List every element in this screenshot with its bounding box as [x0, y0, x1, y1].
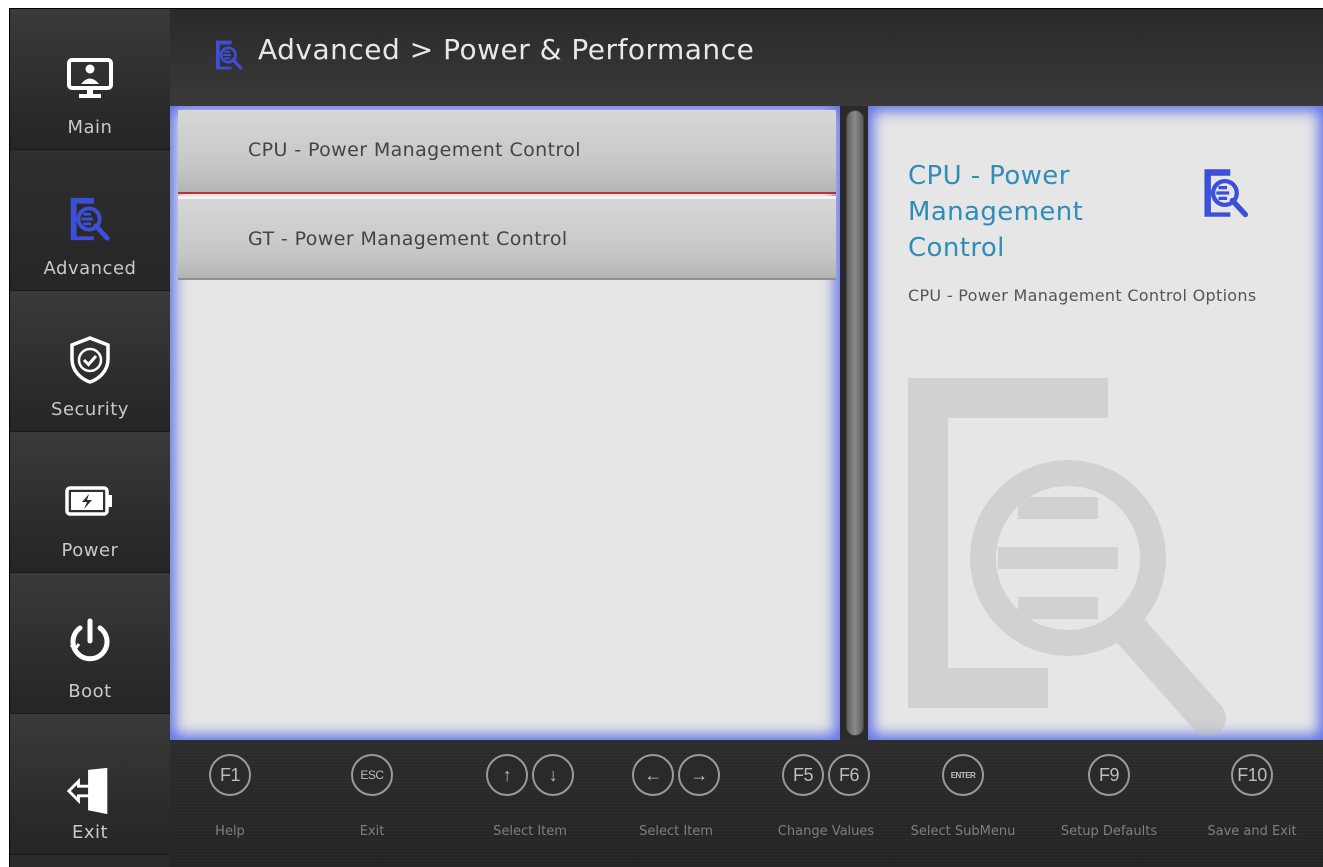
arrow-down-key-icon[interactable]: ↓	[532, 754, 574, 796]
monitor-user-icon	[65, 53, 115, 103]
arrow-left-key-icon[interactable]: ←	[632, 754, 674, 796]
menu-item-gt-power-management[interactable]: GT - Power Management Control	[178, 196, 836, 280]
menu-item-cpu-power-management[interactable]: CPU - Power Management Control	[178, 110, 836, 194]
shield-check-icon	[65, 335, 115, 385]
sidebar-item-security[interactable]: Security	[10, 291, 170, 432]
key-save-and-exit[interactable]: F10 Save and Exit	[1192, 754, 1312, 854]
arrow-up-key-icon[interactable]: ↑	[486, 754, 528, 796]
f6-key-icon[interactable]: F6	[828, 754, 870, 796]
sidebar-item-boot[interactable]: Boot	[10, 573, 170, 714]
key-label: Save and Exit	[1207, 824, 1297, 839]
header: Advanced > Power & Performance	[170, 9, 1323, 106]
battery-icon	[65, 476, 115, 526]
key-label: Select Item	[493, 824, 567, 839]
enter-key-icon[interactable]: ENTER	[942, 754, 984, 796]
scrollbar[interactable]	[846, 110, 864, 736]
document-search-icon	[212, 37, 246, 73]
sidebar-item-label: Main	[67, 117, 113, 138]
key-label: Exit	[359, 824, 385, 839]
power-icon	[65, 617, 115, 667]
sidebar-item-label: Exit	[71, 822, 109, 843]
bios-window: Main Advanced Security Power Boot Exit A…	[9, 8, 1323, 867]
key-label: Help	[215, 824, 245, 839]
sidebar-item-exit[interactable]: Exit	[10, 714, 170, 855]
key-change-values[interactable]: F5 F6 Change Values	[766, 754, 886, 854]
f9-key-icon[interactable]: F9	[1088, 754, 1130, 796]
sidebar-item-power[interactable]: Power	[10, 432, 170, 573]
breadcrumb: Advanced > Power & Performance	[258, 33, 755, 66]
help-description: CPU - Power Management Control Options	[908, 286, 1257, 305]
exit-door-icon	[65, 766, 115, 816]
f5-key-icon[interactable]: F5	[782, 754, 824, 796]
esc-key-icon[interactable]: ESC	[351, 754, 393, 796]
sidebar-item-main[interactable]: Main	[10, 9, 170, 150]
key-label: Change Values	[777, 824, 875, 839]
sidebar-item-label: Advanced	[43, 258, 137, 279]
key-label: Select Item	[639, 824, 713, 839]
key-help[interactable]: F1 Help	[190, 754, 270, 854]
document-search-watermark-icon	[908, 378, 1238, 740]
document-search-icon	[65, 194, 115, 244]
f1-key-icon[interactable]: F1	[209, 754, 251, 796]
help-panel: CPU - Power Management Control CPU - Pow…	[868, 106, 1323, 740]
document-search-icon	[1198, 164, 1254, 222]
sidebar: Main Advanced Security Power Boot Exit	[10, 9, 170, 867]
sidebar-item-label: Security	[51, 399, 129, 420]
sidebar-item-advanced[interactable]: Advanced	[10, 150, 170, 291]
help-title: CPU - Power Management Control	[908, 161, 1084, 263]
menu-panel: CPU - Power Management Control GT - Powe…	[170, 106, 840, 740]
key-select-submenu[interactable]: ENTER Select SubMenu	[898, 754, 1028, 854]
footer-keybar: F1 Help ESC Exit ↑ ↓ Select Item ← → Sel…	[170, 740, 1323, 867]
content-area: CPU - Power Management Control GT - Powe…	[170, 106, 1323, 740]
f10-key-icon[interactable]: F10	[1231, 754, 1273, 796]
key-select-item-horizontal[interactable]: ← → Select Item	[616, 754, 736, 854]
key-exit[interactable]: ESC Exit	[332, 754, 412, 854]
sidebar-item-label: Power	[61, 540, 119, 561]
arrow-right-key-icon[interactable]: →	[678, 754, 720, 796]
sidebar-item-label: Boot	[68, 681, 112, 702]
key-label: Select SubMenu	[910, 824, 1016, 839]
key-select-item-vertical[interactable]: ↑ ↓ Select Item	[470, 754, 590, 854]
key-label: Setup Defaults	[1060, 824, 1158, 839]
key-setup-defaults[interactable]: F9 Setup Defaults	[1044, 754, 1174, 854]
